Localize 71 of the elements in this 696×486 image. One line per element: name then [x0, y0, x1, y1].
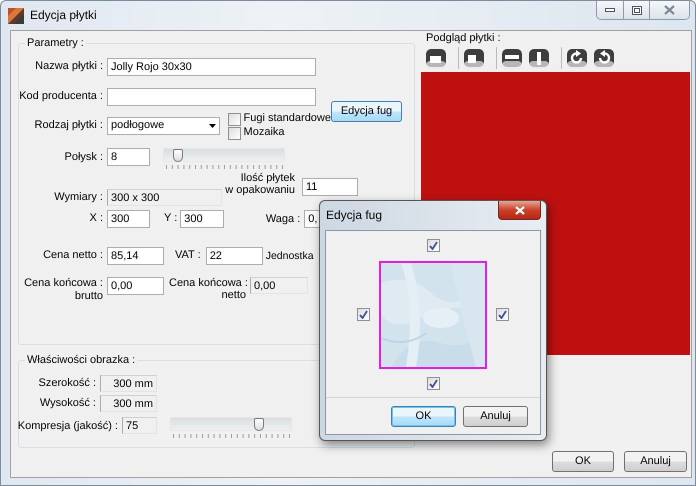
checkbox[interactable]: [357, 308, 370, 321]
ok-button[interactable]: OK: [391, 406, 456, 427]
maximize-button[interactable]: [623, 1, 649, 19]
field-label: Y :: [164, 212, 178, 226]
rotate-left-icon[interactable]: [594, 47, 614, 69]
tile-icon[interactable]: [426, 47, 446, 69]
columns-icon[interactable]: [529, 47, 549, 69]
field-label: VAT :: [175, 249, 201, 263]
checkbox-label: Mozaika: [244, 126, 285, 140]
field-label: X :: [88, 212, 104, 226]
app-icon: [8, 8, 24, 24]
slider-thumb[interactable]: [172, 149, 183, 162]
cancel-button[interactable]: Anuluj: [463, 406, 528, 427]
stripe-icon[interactable]: [502, 47, 522, 69]
field-label: Cena końcowa : netto: [169, 277, 246, 301]
pack-count-field[interactable]: 11: [302, 178, 358, 196]
field-label: Waga :: [264, 213, 300, 225]
field-label: Kompresja (jakość) :: [16, 419, 119, 434]
slider-track[interactable]: [163, 148, 285, 162]
checkbox-label: Fugi standardowe: [244, 112, 331, 126]
checkbox[interactable]: [496, 308, 509, 321]
field-label: Nazwa płytki :: [34, 60, 104, 74]
checkbox[interactable]: [228, 126, 241, 140]
slider-track[interactable]: [170, 417, 292, 431]
rotate-right-icon[interactable]: [567, 47, 587, 69]
close-button[interactable]: [498, 201, 541, 220]
x-field[interactable]: 300: [107, 210, 150, 228]
check-icon: [428, 379, 438, 388]
edit-joints-button[interactable]: Edycja fug: [331, 101, 402, 122]
field-label: Cena netto :: [42, 249, 104, 263]
group-title: Parametry :: [25, 37, 86, 50]
dialog-title: Edycja fug: [326, 208, 382, 223]
check-icon: [498, 310, 507, 319]
checkbox[interactable]: [228, 112, 241, 126]
field-label: Ilość płytek w opakowaniu: [225, 172, 295, 196]
vat-field[interactable]: 22: [206, 247, 263, 265]
y-field[interactable]: 300: [180, 210, 224, 228]
close-icon: [664, 5, 675, 15]
field-label: Kod producenta :: [19, 90, 104, 104]
image-height-field[interactable]: 300 mm: [100, 395, 157, 412]
check-icon: [359, 310, 368, 319]
window-title: Edycja płytki: [30, 8, 97, 23]
square-icon[interactable]: [464, 47, 484, 69]
ok-button[interactable]: OK: [552, 451, 614, 472]
maximize-icon: [632, 6, 642, 14]
final-net-field[interactable]: 0,00: [250, 277, 308, 294]
minimize-button[interactable]: [597, 1, 623, 19]
producer-code-field[interactable]: [107, 88, 316, 106]
dimensions-field[interactable]: 300 x 300: [107, 189, 222, 206]
compression-field[interactable]: 75: [122, 417, 157, 434]
field-label: Wysokość :: [38, 396, 97, 410]
checkbox[interactable]: [426, 377, 440, 390]
field-label: Jednostka: [266, 250, 314, 262]
cancel-button[interactable]: Anuluj: [624, 451, 687, 472]
field-label: Cena końcowa : brutto: [23, 277, 104, 304]
check-icon: [428, 241, 438, 250]
checkbox[interactable]: [426, 239, 440, 252]
tile-type-dropdown[interactable]: podłogowe: [107, 117, 220, 135]
name-field[interactable]: Jolly Rojo 30x30: [107, 58, 316, 76]
field-label: Wymiary :: [53, 190, 104, 204]
field-label: Rodzaj płytki :: [34, 119, 104, 133]
net-price-field[interactable]: 85,14: [107, 247, 164, 265]
image-width-field[interactable]: 300 mm: [100, 375, 157, 392]
final-gross-field[interactable]: 0,00: [107, 277, 164, 295]
preview-title: Podgląd płytki :: [425, 33, 502, 44]
close-icon: [514, 206, 524, 214]
field-label: Szerokość :: [38, 376, 97, 390]
field-label: Połysk :: [63, 150, 104, 165]
slider-thumb[interactable]: [254, 418, 264, 431]
minimize-icon: [605, 7, 615, 13]
gloss-field[interactable]: 8: [107, 148, 150, 166]
